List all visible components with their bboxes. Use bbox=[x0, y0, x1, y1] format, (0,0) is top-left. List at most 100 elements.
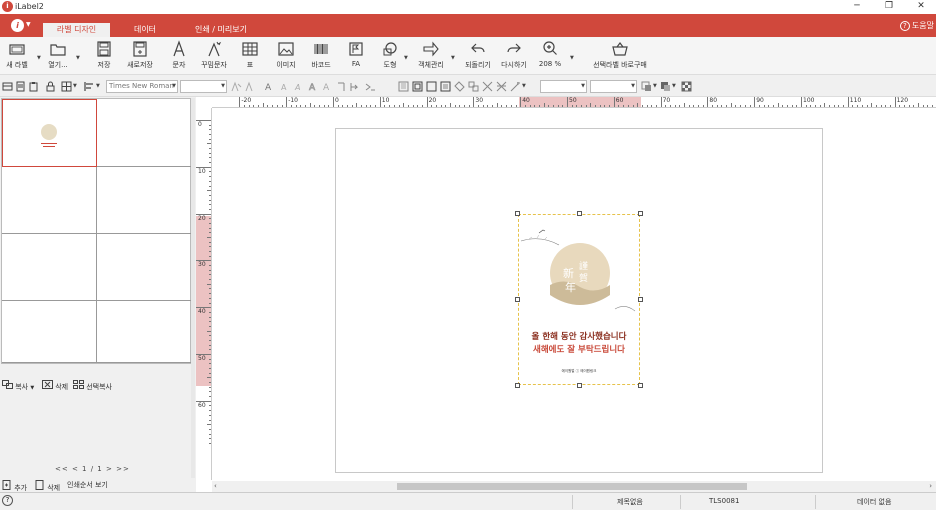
font-family-select[interactable]: Times New Roman ▼ bbox=[106, 80, 178, 93]
arrange-icon[interactable] bbox=[454, 81, 465, 92]
copy-button[interactable]: 복사 ▼ bbox=[2, 380, 34, 392]
resize-handle[interactable] bbox=[638, 383, 643, 388]
chevron-down-icon[interactable]: ▼ bbox=[37, 55, 41, 61]
border-icon[interactable] bbox=[398, 81, 409, 92]
chevron-down-icon[interactable]: ▼ bbox=[653, 83, 657, 89]
chevron-down-icon[interactable]: ▼ bbox=[96, 83, 100, 89]
page-icon[interactable] bbox=[15, 81, 26, 92]
clipboard-icon[interactable] bbox=[28, 81, 39, 92]
wand-icon[interactable] bbox=[510, 81, 521, 92]
chevron-down-icon[interactable]: ▼ bbox=[522, 83, 526, 89]
frame-icon[interactable] bbox=[412, 81, 423, 92]
label-cell[interactable] bbox=[97, 167, 192, 234]
open-button[interactable]: 열기... bbox=[44, 40, 72, 70]
line-width-select[interactable]: ▼ bbox=[540, 80, 587, 93]
label-sheet-thumbnail[interactable] bbox=[1, 98, 192, 364]
font-italic-icon[interactable]: A bbox=[294, 81, 305, 92]
text-tool-button[interactable]: 문자 bbox=[168, 40, 190, 70]
selected-label-object[interactable]: 新 謹 賀 年 올 한해 동안 감사했습니다 새해에도 잘 부탁드립니다 에이원… bbox=[518, 214, 640, 385]
resize-handle[interactable] bbox=[515, 211, 520, 216]
tab-print-preview[interactable]: 인쇄 / 미리보기 bbox=[180, 23, 262, 37]
lock-icon[interactable] bbox=[45, 81, 56, 92]
resize-handle[interactable] bbox=[577, 211, 582, 216]
scrollbar-thumb[interactable] bbox=[397, 483, 747, 490]
print-order-button[interactable]: 인쇄순서 보기 bbox=[67, 480, 108, 490]
resize-handle[interactable] bbox=[515, 297, 520, 302]
ruler-minor-tick bbox=[590, 103, 592, 107]
pattern-icon[interactable] bbox=[681, 81, 692, 92]
buy-label-button[interactable]: 선택라벨 바로구매 bbox=[592, 40, 648, 70]
layout-icon[interactable] bbox=[2, 81, 13, 92]
text-rotate-icon[interactable] bbox=[349, 81, 360, 92]
table-button[interactable]: 표 bbox=[240, 40, 260, 70]
outline-text-icon[interactable]: A bbox=[308, 81, 319, 92]
grid-icon[interactable] bbox=[61, 81, 72, 92]
new-label-button[interactable]: 새 라벨 bbox=[4, 40, 30, 70]
save-label: 저장 bbox=[97, 61, 111, 69]
tab-label-design[interactable]: 라벨 디자인 bbox=[43, 23, 110, 37]
fill-color-icon[interactable] bbox=[660, 81, 671, 92]
resize-handle[interactable] bbox=[638, 211, 643, 216]
restore-button[interactable]: ❐ bbox=[874, 0, 904, 14]
select-copy-button[interactable]: 선택복사 bbox=[73, 380, 112, 392]
label-cell[interactable] bbox=[2, 234, 97, 301]
redo-button[interactable]: 다시하기 bbox=[498, 40, 530, 70]
label-cell[interactable] bbox=[97, 301, 192, 363]
ruler-minor-tick bbox=[209, 185, 211, 187]
delete-button[interactable]: 삭제 bbox=[42, 380, 68, 392]
line-color-icon[interactable] bbox=[641, 81, 652, 92]
font-size-down-icon[interactable]: A bbox=[280, 81, 291, 92]
label-cell[interactable] bbox=[97, 234, 192, 301]
horizontal-scrollbar[interactable]: ‹ › bbox=[212, 481, 936, 492]
line-style-select[interactable]: ▼ bbox=[590, 80, 637, 93]
ungroup-icon[interactable] bbox=[482, 81, 493, 92]
save-button[interactable]: 저장 bbox=[92, 40, 116, 70]
text-path-icon[interactable] bbox=[365, 81, 376, 92]
fa-button[interactable]: FA bbox=[346, 40, 366, 68]
help-button[interactable]: ? 도움말 bbox=[899, 20, 934, 31]
minimize-button[interactable]: ─ bbox=[842, 0, 872, 14]
barcode-button[interactable]: 바코드 bbox=[308, 40, 334, 70]
shape-button[interactable]: 도형 bbox=[378, 40, 402, 70]
group-icon[interactable] bbox=[468, 81, 479, 92]
object-manage-button[interactable]: 객체관리 bbox=[415, 40, 447, 70]
chevron-down-icon[interactable]: ▼ bbox=[570, 55, 574, 61]
left-scrollbar[interactable] bbox=[191, 98, 195, 478]
resize-handle[interactable] bbox=[577, 383, 582, 388]
resize-handle[interactable] bbox=[638, 297, 643, 302]
page-pager[interactable]: << < 1 / 1 > >> bbox=[55, 465, 130, 473]
label-cell[interactable] bbox=[97, 99, 192, 167]
chevron-down-icon[interactable]: ▼ bbox=[73, 83, 77, 89]
curved-text-button[interactable]: 꾸밈문자 bbox=[198, 40, 230, 70]
font-size-select[interactable]: ▼ bbox=[180, 80, 227, 93]
undo-button[interactable]: 되돌리기 bbox=[462, 40, 494, 70]
shadow-text-icon[interactable]: A bbox=[322, 81, 333, 92]
ruler-minor-tick bbox=[908, 105, 910, 107]
chevron-down-icon[interactable]: ▼ bbox=[404, 55, 408, 61]
scroll-right-icon[interactable]: › bbox=[929, 482, 932, 490]
text-style-icon[interactable] bbox=[231, 81, 242, 92]
tab-data[interactable]: 데이터 bbox=[122, 23, 168, 37]
rect-icon[interactable] bbox=[426, 81, 437, 92]
flip-icon[interactable] bbox=[496, 81, 507, 92]
chevron-down-icon[interactable]: ▼ bbox=[451, 55, 455, 61]
zoom-button[interactable]: 208 % bbox=[536, 40, 564, 68]
scroll-left-icon[interactable]: ‹ bbox=[214, 482, 217, 490]
label-cell[interactable] bbox=[2, 301, 97, 363]
font-size-up-icon[interactable]: A bbox=[265, 81, 276, 92]
label-cell-selected[interactable] bbox=[2, 99, 97, 167]
save-as-button[interactable]: 새로저장 bbox=[124, 40, 156, 70]
chevron-down-icon[interactable]: ▼ bbox=[672, 83, 676, 89]
ruler-minor-tick bbox=[768, 105, 770, 107]
image-button[interactable]: 이미지 bbox=[273, 40, 299, 70]
fill-icon[interactable] bbox=[440, 81, 451, 92]
help-icon[interactable]: ? bbox=[2, 495, 13, 506]
text-direction-icon[interactable] bbox=[336, 81, 347, 92]
resize-handle[interactable] bbox=[515, 383, 520, 388]
app-menu-button[interactable]: i ▼ bbox=[11, 19, 33, 33]
close-button[interactable]: ✕ bbox=[906, 0, 936, 14]
align-icon[interactable] bbox=[84, 81, 95, 92]
text-style-2-icon[interactable] bbox=[245, 81, 256, 92]
label-cell[interactable] bbox=[2, 167, 97, 234]
chevron-down-icon[interactable]: ▼ bbox=[76, 55, 80, 61]
